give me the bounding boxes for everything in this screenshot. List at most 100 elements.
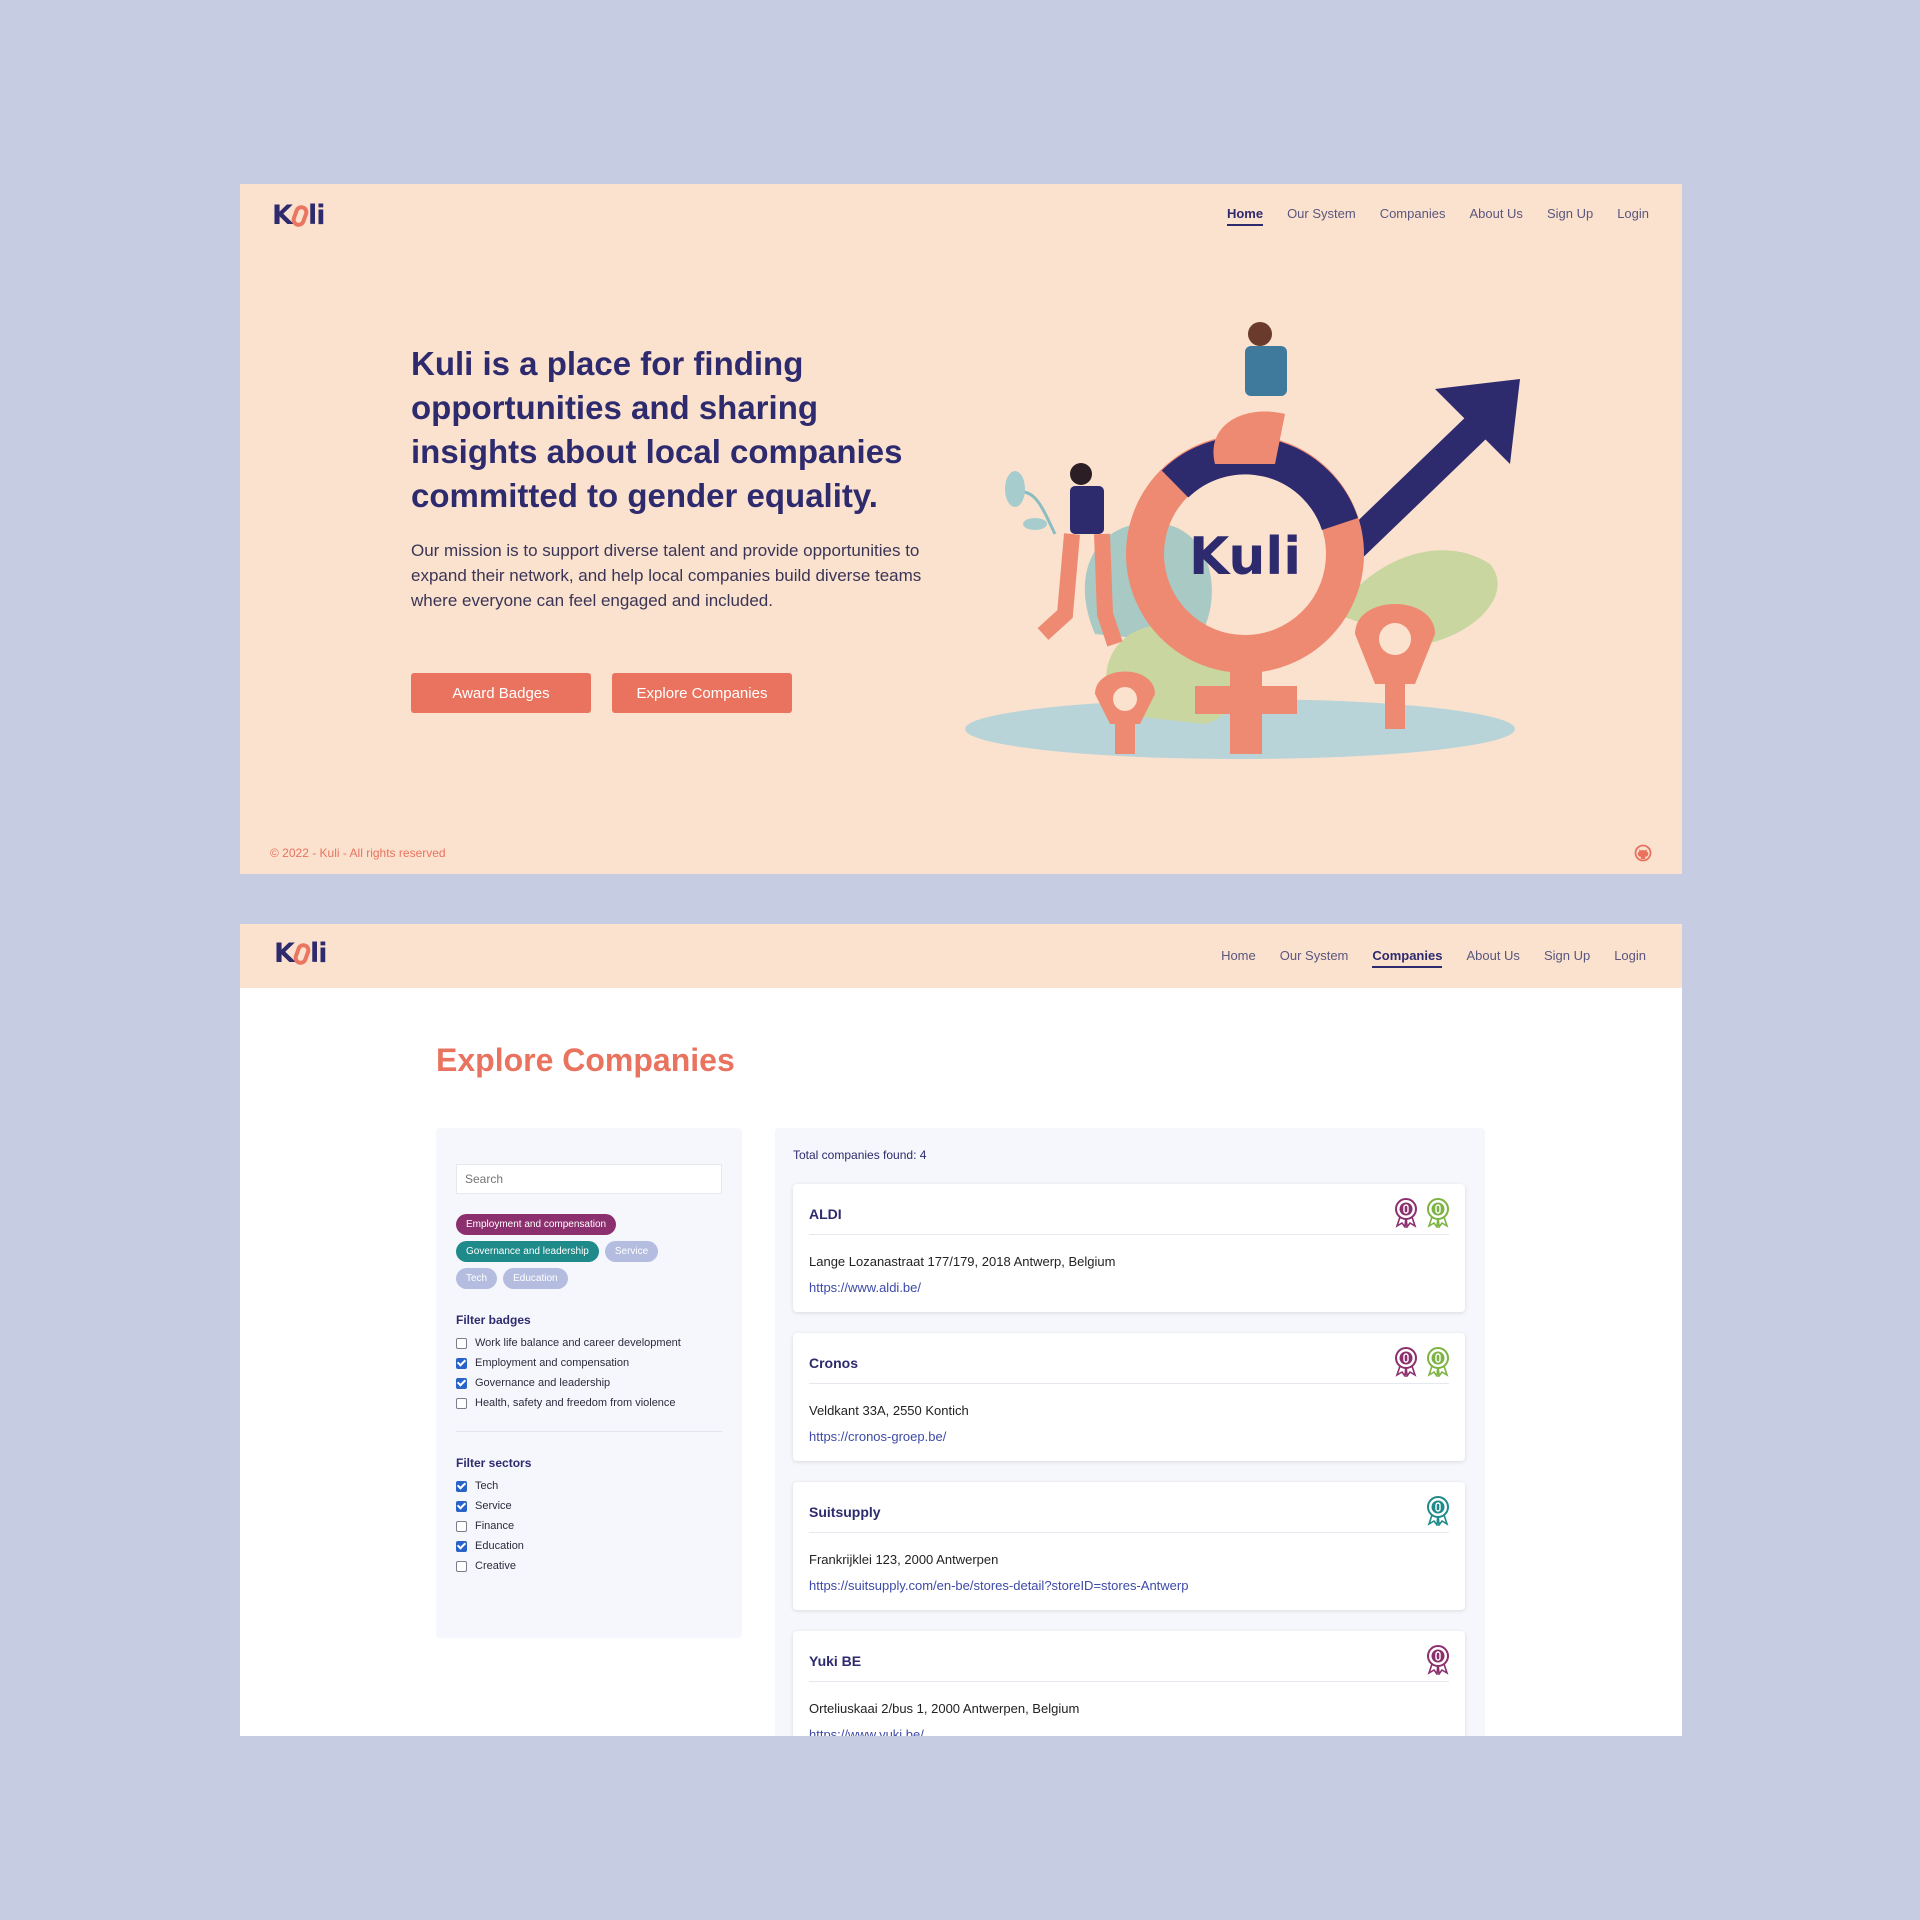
checkbox-label: Finance <box>475 1520 515 1532</box>
divider <box>809 1234 1449 1235</box>
search-input[interactable] <box>456 1164 722 1194</box>
main-nav: Home Our System Companies About Us Sign Up Lo… <box>1226 206 1649 226</box>
filter-badges-heading: Filter badges <box>456 1313 531 1327</box>
logo-text-right: li <box>307 200 325 231</box>
checkbox[interactable] <box>456 1500 467 1512</box>
award-badge-icon <box>1395 1198 1417 1228</box>
nav-login[interactable]: Login <box>1614 948 1646 968</box>
divider <box>809 1383 1449 1384</box>
checkbox[interactable] <box>456 1480 467 1492</box>
filter-checkbox-row[interactable]: Employment and compensation <box>456 1353 722 1373</box>
gender-equality-illustration: Kuli <box>965 322 1520 759</box>
kuli-logo[interactable]: K li <box>274 938 327 969</box>
company-url-link[interactable]: https://cronos-groep.be/ <box>809 1429 946 1444</box>
sector-filter-list: Tech Service Finance Education Creative <box>456 1476 722 1576</box>
company-card[interactable]: Cronos Veldkant 33A, 2550 Kontich https://… <box>793 1333 1465 1461</box>
award-badge-icon <box>1395 1347 1417 1377</box>
company-address: Veldkant 33A, 2550 Kontich <box>809 1403 969 1418</box>
nav-companies[interactable]: Companies <box>1372 948 1443 968</box>
award-badge-icon <box>1427 1198 1449 1228</box>
checkbox-label: Tech <box>475 1480 499 1492</box>
footer-copyright: © 2022 - Kuli - All rights reserved <box>270 846 446 860</box>
nav-home[interactable]: Home <box>1221 948 1256 968</box>
award-badges-button[interactable]: Award Badges <box>411 673 591 713</box>
checkbox[interactable] <box>456 1540 467 1552</box>
filter-checkbox-row[interactable]: Work life balance and career development <box>456 1333 722 1353</box>
logo-text-left: K <box>272 200 293 231</box>
mission-text: Our mission is to support diverse talent… <box>411 541 922 610</box>
company-list: ALDI Lange Lozanastraat 177/179, 2018 Ant… <box>793 1184 1467 1736</box>
nav-sign-up[interactable]: Sign Up <box>1544 948 1590 968</box>
github-icon[interactable] <box>1634 844 1652 862</box>
logo-text-right: li <box>309 938 327 969</box>
filter-checkbox-row[interactable]: Finance <box>456 1516 722 1536</box>
checkbox[interactable] <box>456 1357 467 1369</box>
filter-chip[interactable]: Employment and compensation <box>456 1214 617 1235</box>
divider <box>809 1532 1449 1533</box>
company-card[interactable]: ALDI Lange Lozanastraat 177/179, 2018 Ant… <box>793 1184 1465 1312</box>
main-nav: Home Our System Companies About Us Sign Up Lo… <box>1221 948 1646 968</box>
divider <box>809 1681 1449 1682</box>
checkbox-label: Creative <box>475 1560 516 1572</box>
company-name[interactable]: Suitsupply <box>809 1504 881 1520</box>
nav-about-us[interactable]: About Us <box>1469 206 1522 226</box>
checkbox-label: Health, safety and freedom from violence <box>475 1397 676 1409</box>
company-badges <box>1425 1645 1451 1675</box>
companies-page-panel: K li Home Our System Companies About Us Sign… <box>240 924 1682 1736</box>
badge-filter-list: Work life balance and career development… <box>456 1333 722 1413</box>
filter-chip[interactable]: Service <box>604 1241 659 1262</box>
checkbox[interactable] <box>456 1337 467 1349</box>
company-badges <box>1393 1347 1451 1377</box>
checkbox[interactable] <box>456 1520 467 1532</box>
nav-companies[interactable]: Companies <box>1380 206 1446 226</box>
kuli-logo[interactable]: K li <box>272 200 325 231</box>
filter-checkbox-row[interactable]: Health, safety and freedom from violence <box>456 1393 722 1413</box>
award-badge-icon <box>1427 1645 1449 1675</box>
company-card[interactable]: Yuki BE Orteliuskaai 2/bus 1, 2000 Antwer… <box>793 1631 1465 1736</box>
nav-login[interactable]: Login <box>1617 206 1649 226</box>
explore-companies-button[interactable]: Explore Companies <box>612 673 792 713</box>
nav-our-system[interactable]: Our System <box>1287 206 1356 226</box>
nav-our-system[interactable]: Our System <box>1280 948 1349 968</box>
checkbox-label: Employment and compensation <box>475 1357 630 1369</box>
company-name[interactable]: Cronos <box>809 1355 858 1371</box>
nav-about-us[interactable]: About Us <box>1466 948 1519 968</box>
checkbox[interactable] <box>456 1560 467 1572</box>
checkbox-label: Governance and leadership <box>475 1377 611 1389</box>
company-name[interactable]: Yuki BE <box>809 1653 861 1669</box>
nav-home[interactable]: Home <box>1226 206 1264 226</box>
company-url-link[interactable]: https://suitsupply.com/en-be/stores-deta… <box>809 1578 1188 1593</box>
filter-chip[interactable]: Tech <box>456 1268 498 1289</box>
total-companies-count: Total companies found: 4 <box>793 1148 927 1162</box>
company-url-link[interactable]: https://www.yuki.be/ <box>809 1727 924 1736</box>
home-page-panel: K li Home Our System Companies About Us Sign… <box>240 184 1682 874</box>
checkbox-label: Work life balance and career development <box>475 1337 681 1349</box>
active-filter-chips: Employment and compensation Governance an… <box>456 1214 696 1289</box>
filter-panel: Employment and compensation Governance an… <box>436 1128 742 1638</box>
checkbox[interactable] <box>456 1377 467 1389</box>
filter-checkbox-row[interactable]: Education <box>456 1536 722 1556</box>
company-badges <box>1425 1496 1451 1526</box>
filter-checkbox-row[interactable]: Governance and leadership <box>456 1373 722 1393</box>
filter-chip[interactable]: Governance and leadership <box>456 1241 599 1262</box>
award-badge-icon <box>1427 1347 1449 1377</box>
filter-checkbox-row[interactable]: Tech <box>456 1476 722 1496</box>
filter-checkbox-row[interactable]: Creative <box>456 1556 722 1576</box>
logo-text-left: K <box>274 938 295 969</box>
filter-chip[interactable]: Education <box>503 1268 568 1289</box>
results-panel: Total companies found: 4 ALDI Lange Lozan… <box>775 1128 1485 1736</box>
company-address: Orteliuskaai 2/bus 1, 2000 Antwerpen, Be… <box>809 1701 1080 1716</box>
divider <box>456 1431 722 1432</box>
checkbox[interactable] <box>456 1397 467 1409</box>
company-card[interactable]: Suitsupply Frankrijklei 123, 2000 Antwerp… <box>793 1482 1465 1610</box>
filter-checkbox-row[interactable]: Service <box>456 1496 722 1516</box>
company-url-link[interactable]: https://www.aldi.be/ <box>809 1280 921 1295</box>
company-name[interactable]: ALDI <box>809 1206 842 1222</box>
checkbox-label: Education <box>475 1540 524 1552</box>
illustration-logo-text: Kuli <box>1189 527 1301 587</box>
nav-sign-up[interactable]: Sign Up <box>1547 206 1593 226</box>
company-badges <box>1393 1198 1451 1228</box>
page-title: Explore Companies <box>436 1042 735 1078</box>
checkbox-label: Service <box>475 1500 512 1512</box>
company-address: Frankrijklei 123, 2000 Antwerpen <box>809 1552 999 1567</box>
